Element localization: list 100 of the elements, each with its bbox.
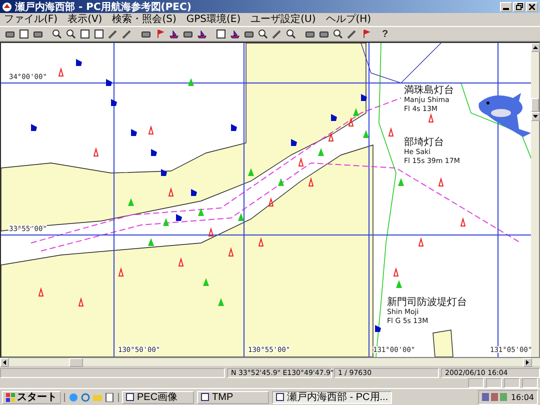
flag-marker <box>231 124 237 131</box>
buoy-marker <box>93 147 99 156</box>
pencil-button[interactable] <box>346 28 358 40</box>
buoy-marker <box>388 127 394 136</box>
buoy-marker <box>438 177 444 186</box>
magnifier-icon <box>333 29 343 39</box>
window-title: 瀬戸内海西部 - PC用航海参考図(PEC) <box>15 0 192 14</box>
zoom-in-button[interactable] <box>51 28 63 40</box>
magnifier-button[interactable] <box>332 28 344 40</box>
flag-marker <box>191 189 197 196</box>
scrollbar-thumb[interactable] <box>531 98 539 112</box>
start-button[interactable]: スタート <box>2 390 61 404</box>
flag-marker <box>161 169 167 176</box>
buoy-marker <box>188 78 194 86</box>
buoy-marker <box>363 130 369 138</box>
zoom-out-icon <box>66 29 76 39</box>
flag-marker <box>291 139 297 146</box>
buoy-marker <box>148 238 154 246</box>
flag-marker <box>111 99 117 106</box>
boat-icon <box>197 29 207 39</box>
buoy-marker <box>168 187 174 196</box>
magnifier-button[interactable] <box>285 28 297 40</box>
windows-logo-icon <box>6 392 15 402</box>
ship-icon <box>169 29 179 39</box>
magnifier-icon <box>286 29 296 39</box>
menu-item[interactable]: ユーザ設定(U) <box>250 14 316 26</box>
zoom-in-icon <box>52 29 62 39</box>
help-button[interactable]: ? <box>379 28 391 40</box>
pencil-icon <box>347 29 357 39</box>
pencil-button[interactable] <box>271 28 283 40</box>
taskbar-button[interactable]: TMP <box>197 390 269 404</box>
buoy-marker <box>208 227 214 236</box>
buoy-marker <box>298 157 304 166</box>
flag-marker <box>361 94 367 101</box>
buoy-marker <box>203 278 209 286</box>
lighthouse-name: 部埼灯台 <box>404 137 444 148</box>
pencil-icon <box>272 29 282 39</box>
close-button[interactable] <box>526 2 538 12</box>
refresh-icon[interactable] <box>81 392 90 402</box>
boat-button[interactable] <box>196 28 208 40</box>
buoy-marker <box>308 177 314 186</box>
lighthouse-name: 新門司防波堤灯台 <box>387 297 467 308</box>
flag-marker <box>106 79 112 86</box>
flag-marker <box>76 59 82 66</box>
app-icon <box>2 2 12 12</box>
flag-marker <box>131 129 137 136</box>
buoy-marker <box>398 178 404 186</box>
restore-icon <box>516 3 522 10</box>
menu-item[interactable]: 表示(V) <box>68 14 102 26</box>
buoy-marker <box>328 132 334 142</box>
flag-marker <box>176 214 182 221</box>
ship-button[interactable] <box>168 28 180 40</box>
buoy-marker <box>396 280 402 288</box>
buoy-marker <box>148 125 154 134</box>
taskbar-button[interactable]: 瀬戸内海西部 - PC用... <box>272 390 392 404</box>
horizontal-scrollbar[interactable] <box>0 358 540 366</box>
menu-item[interactable]: ヘルプ(H) <box>326 14 372 26</box>
menu-item[interactable]: 検索・照会(S) <box>112 14 176 26</box>
buoy-marker <box>278 178 284 186</box>
buoy-marker <box>258 237 264 246</box>
buoy-marker <box>58 67 64 76</box>
buoy-marker <box>198 208 204 216</box>
buoy-marker <box>238 213 244 221</box>
buoy-marker <box>318 148 324 156</box>
clock: 16:04 <box>510 392 534 402</box>
restore-button[interactable] <box>513 2 525 12</box>
document-icon[interactable] <box>105 392 114 402</box>
buoy-marker <box>418 237 424 246</box>
flag-marker <box>151 149 157 156</box>
flag-icon <box>155 29 165 39</box>
buoy-marker <box>178 257 184 266</box>
lighthouse-name: 満珠島灯台 <box>404 85 454 96</box>
menu-item[interactable]: ファイル(F) <box>4 14 58 26</box>
magnifier-button[interactable] <box>257 28 269 40</box>
magnifier-icon <box>258 29 268 39</box>
ship-icon <box>230 29 240 39</box>
taskbar-button[interactable]: PEC画像 <box>122 390 194 404</box>
flag-marker <box>31 124 37 131</box>
buoy-marker <box>393 267 399 276</box>
dolphin-drawing <box>478 93 531 137</box>
minimize-button[interactable] <box>500 2 512 12</box>
flag-icon <box>361 29 371 39</box>
buoy-marker <box>118 267 124 276</box>
zoom-out-button[interactable] <box>65 28 77 40</box>
buoy-marker <box>78 297 84 306</box>
vertical-scrollbar[interactable] <box>531 43 539 357</box>
scroll-down-icon <box>531 112 540 121</box>
buoy-marker <box>163 218 169 226</box>
buoy-marker <box>128 198 134 206</box>
close-icon <box>529 4 535 10</box>
ship-button[interactable] <box>229 28 241 40</box>
flag-marker <box>331 114 337 121</box>
buoy-marker <box>460 217 466 226</box>
buoy-marker <box>218 298 224 306</box>
buoy-marker <box>248 168 254 176</box>
buoy-marker <box>268 197 274 206</box>
buoy-marker <box>228 247 234 256</box>
buoy-marker <box>38 287 44 296</box>
buoy-marker <box>428 113 434 122</box>
menu-item[interactable]: GPS環境(E) <box>186 14 241 26</box>
